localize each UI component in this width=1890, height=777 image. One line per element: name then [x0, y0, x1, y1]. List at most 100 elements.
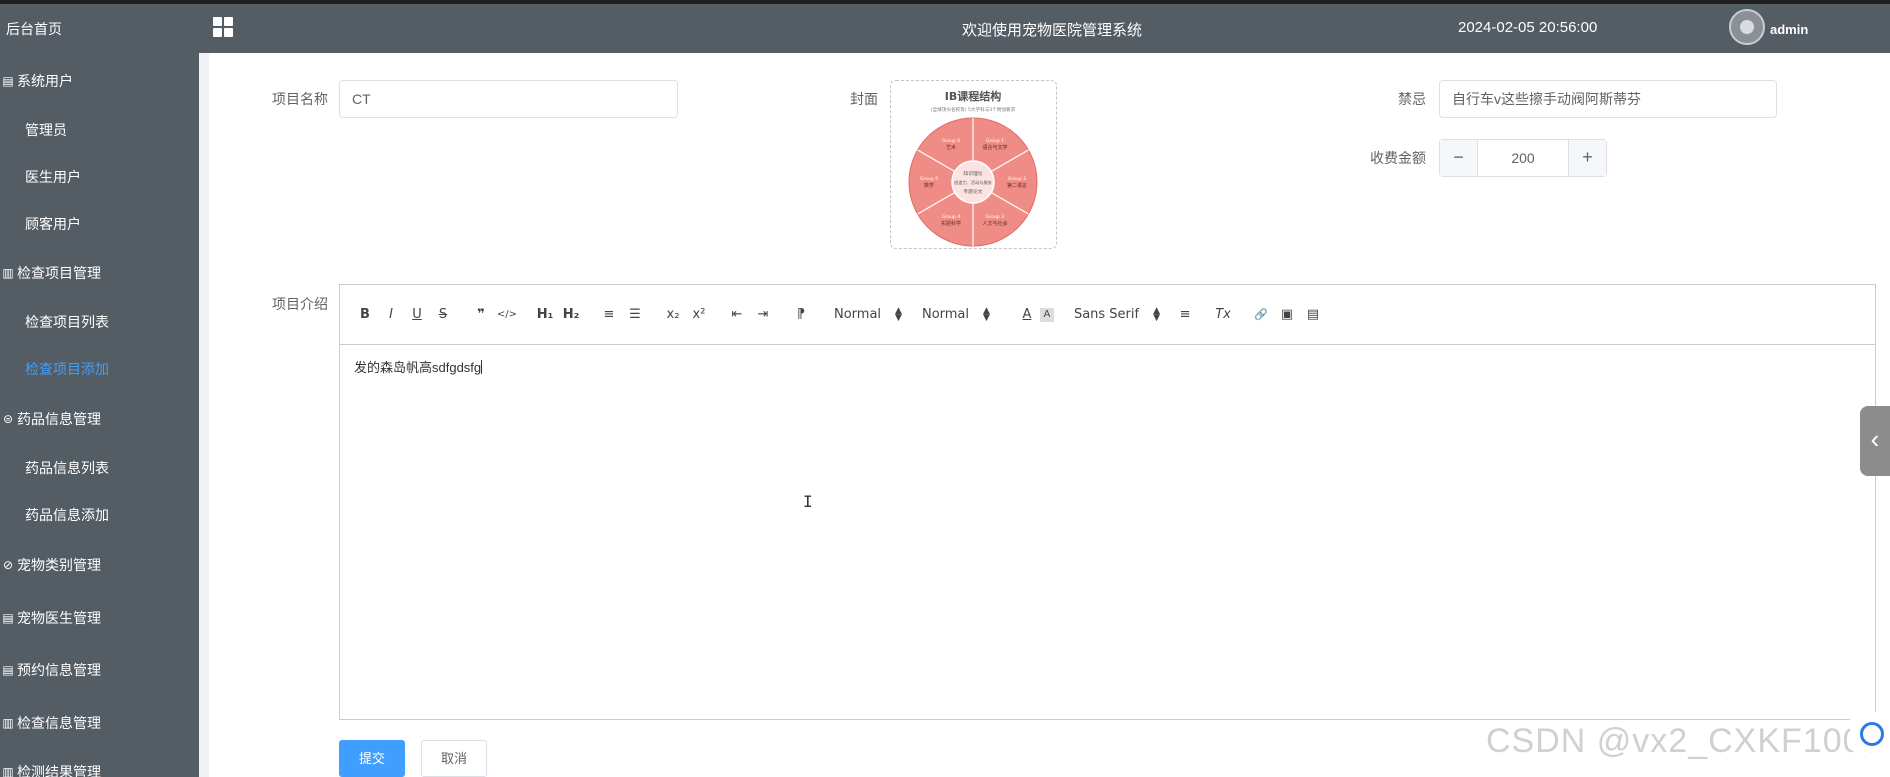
- list-icon: ▤: [2, 663, 14, 677]
- collapse-handle-icon[interactable]: ‹: [1860, 406, 1890, 476]
- code-block-icon[interactable]: </>: [494, 303, 520, 327]
- taboo-input[interactable]: 自行车v这些擦手动阀阿斯蒂芬: [1439, 80, 1777, 118]
- cover-sector-name: 人文与社会: [982, 220, 1007, 227]
- fee-stepper[interactable]: − 200 +: [1439, 139, 1607, 177]
- sidebar-item[interactable]: 检查项目列表: [0, 311, 199, 333]
- sidebar-item[interactable]: 管理员: [0, 119, 199, 141]
- menu-grid-icon[interactable]: [213, 17, 233, 37]
- background-color-icon[interactable]: A: [1039, 307, 1054, 322]
- cover-image: IB课程结构 (全球顶尖名校等) 5大学科与3个附加要求 Group 1语言与文…: [891, 81, 1056, 248]
- check-circle-icon: ⊘: [2, 558, 14, 572]
- corner-logo-icon[interactable]: [1850, 712, 1890, 752]
- bar-chart-icon: ▥: [2, 266, 14, 280]
- bullet-list-icon[interactable]: ☰: [622, 303, 648, 327]
- project-name-input[interactable]: CT: [339, 80, 678, 118]
- bold-icon[interactable]: B: [352, 303, 378, 327]
- header-2-icon[interactable]: H₂: [558, 303, 584, 327]
- sidebar-item[interactable]: ▥ 检测结果管理: [0, 761, 199, 777]
- font-picker-label: Sans Serif: [1073, 307, 1140, 322]
- font-picker[interactable]: Sans Serif ▲ ▼: [1074, 303, 1160, 327]
- cover-sector-group: Group 5: [920, 176, 938, 182]
- text-color-icon[interactable]: A: [1014, 303, 1040, 327]
- sidebar-item[interactable]: 药品信息列表: [0, 457, 199, 479]
- sidebar-item-label: 顾客用户: [25, 216, 81, 232]
- fee-value[interactable]: 200: [1478, 140, 1568, 176]
- submit-button[interactable]: 提交: [339, 740, 405, 777]
- size-picker-arrows-icon: ▲ ▼: [895, 305, 902, 323]
- sidebar-item-label: 检测结果管理: [17, 764, 101, 777]
- top-header: 欢迎使用宠物医院管理系统 2024-02-05 20:56:00 admin: [199, 4, 1890, 53]
- sidebar-home[interactable]: 后台首页: [0, 4, 199, 54]
- sidebar-item-label: 医生用户: [25, 169, 81, 185]
- sidebar-item-label: 检查项目管理: [17, 265, 101, 281]
- cover-sector-name: 实验科学: [941, 220, 961, 227]
- header-picker[interactable]: Normal ▲ ▼: [922, 303, 990, 327]
- cover-center-2: 创造力、活动与服务: [954, 179, 993, 186]
- content-gutter: [199, 53, 209, 777]
- sidebar-item-label: 管理员: [25, 122, 67, 138]
- rich-text-editor: B I U S ❞ </> H₁ H₂ ≡ ☰ x₂ x² ⇤ ⇥ ⁋ Norm…: [339, 284, 1876, 720]
- list-icon: ▤: [2, 611, 14, 625]
- bar-chart-icon: ▥: [2, 716, 14, 730]
- sidebar-item[interactable]: 药品信息添加: [0, 504, 199, 526]
- superscript-icon[interactable]: x²: [686, 303, 712, 327]
- avatar[interactable]: [1729, 9, 1765, 45]
- cover-sector-group: Group 6: [942, 138, 960, 144]
- ordered-list-icon[interactable]: ≡: [596, 303, 622, 327]
- sidebar-item[interactable]: 医生用户: [0, 166, 199, 188]
- cover-image-title: IB课程结构: [945, 89, 1001, 103]
- subscript-icon[interactable]: x₂: [660, 303, 686, 327]
- cover-center-1: 知识理论: [963, 170, 982, 177]
- sidebar-item[interactable]: 检查项目添加: [0, 358, 199, 380]
- watermark: CSDN @vx2_CXKF1008: [1486, 722, 1883, 760]
- sidebar-item-label: 检查信息管理: [17, 715, 101, 731]
- align-icon[interactable]: ≡: [1172, 303, 1198, 327]
- text-direction-icon[interactable]: ⁋: [788, 303, 814, 327]
- cover-sector-group: Group 4: [942, 214, 960, 220]
- sidebar-item[interactable]: ▤ 系统用户: [0, 70, 199, 92]
- intro-label: 项目介绍: [272, 296, 328, 312]
- cover-sector-name: 第二语言: [1007, 182, 1027, 189]
- image-icon[interactable]: ▣: [1274, 303, 1300, 327]
- cancel-button[interactable]: 取消: [421, 740, 487, 777]
- sidebar-item-label: 预约信息管理: [17, 662, 101, 678]
- outdent-icon[interactable]: ⇤: [724, 303, 750, 327]
- sidebar-item[interactable]: ⊜ 药品信息管理: [0, 408, 199, 430]
- system-title: 欢迎使用宠物医院管理系统: [962, 22, 1143, 39]
- text-cursor-icon: I: [803, 492, 813, 511]
- sidebar-item[interactable]: ▤ 宠物医生管理: [0, 607, 199, 629]
- font-picker-arrows-icon: ▲ ▼: [1153, 305, 1161, 323]
- cover-upload[interactable]: IB课程结构 (全球顶尖名校等) 5大学科与3个附加要求 Group 1 语言与文…: [890, 80, 1057, 249]
- strikethrough-icon[interactable]: S: [430, 303, 456, 327]
- sidebar-item-label: 检查项目列表: [25, 314, 109, 330]
- size-picker-label: Normal: [834, 307, 882, 322]
- cover-sector-name: 艺术: [946, 144, 956, 151]
- cover-sector-name: 语言与文学: [982, 144, 1007, 151]
- sidebar-item-label: 药品信息列表: [25, 460, 109, 476]
- cover-sector-name: 数学: [924, 182, 934, 189]
- sidebar-item[interactable]: ⊘ 宠物类别管理: [0, 554, 199, 576]
- italic-icon[interactable]: I: [378, 303, 404, 327]
- sidebar-item[interactable]: ▤ 预约信息管理: [0, 659, 199, 681]
- link-icon[interactable]: 🔗: [1248, 303, 1274, 327]
- sidebar-item-label: 检查项目添加: [25, 361, 109, 377]
- list-icon: ▤: [2, 74, 14, 88]
- header-1-icon[interactable]: H₁: [532, 303, 558, 327]
- project-name-label: 项目名称: [272, 91, 328, 107]
- username[interactable]: admin: [1770, 22, 1808, 37]
- sidebar-item[interactable]: ▥ 检查项目管理: [0, 262, 199, 284]
- fee-increase-button[interactable]: +: [1568, 140, 1606, 176]
- sidebar-item[interactable]: 顾客用户: [0, 213, 199, 235]
- cover-center-3: 专题论文: [963, 188, 982, 195]
- editor-content[interactable]: 发的森岛帆高sdfgdsfg: [340, 345, 1875, 388]
- blockquote-icon[interactable]: ❞: [468, 303, 494, 327]
- size-picker[interactable]: Normal ▲ ▼: [834, 303, 902, 327]
- sidebar-item[interactable]: ▥ 检查信息管理: [0, 712, 199, 734]
- fee-decrease-button[interactable]: −: [1440, 140, 1478, 176]
- sidebar-item-label: 药品信息管理: [17, 411, 101, 427]
- indent-icon[interactable]: ⇥: [750, 303, 776, 327]
- circle-list-icon: ⊜: [2, 412, 14, 426]
- clear-format-icon[interactable]: Tx: [1210, 303, 1236, 327]
- underline-icon[interactable]: U: [404, 303, 430, 327]
- video-icon[interactable]: ▤: [1300, 303, 1326, 327]
